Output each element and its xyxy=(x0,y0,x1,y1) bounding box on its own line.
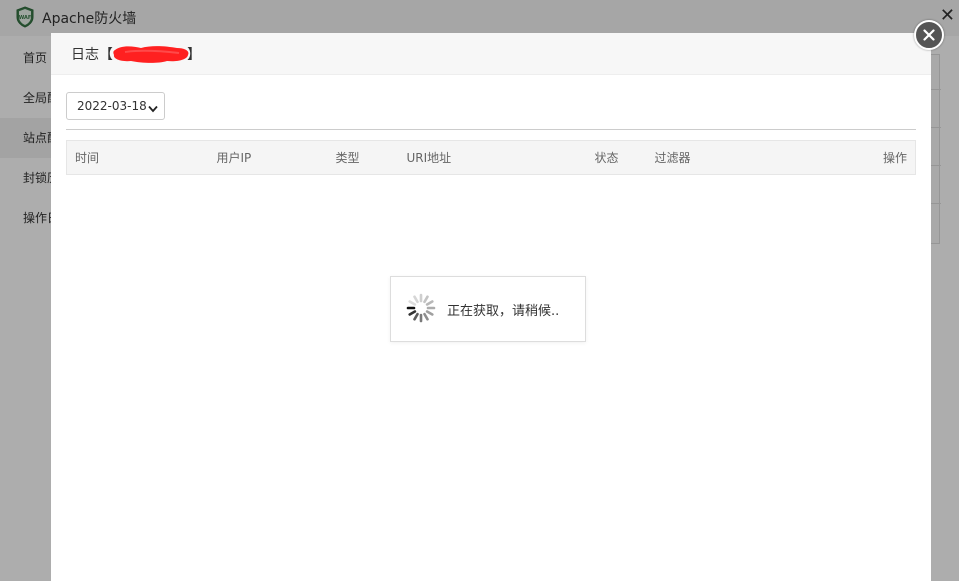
loading-spinner-icon xyxy=(405,292,437,327)
column-user-ip[interactable]: 用户IP xyxy=(216,140,336,175)
column-actions[interactable]: 操作 xyxy=(824,140,916,175)
column-type[interactable]: 类型 xyxy=(335,140,407,175)
loading-indicator: 正在获取，请稍候.. xyxy=(390,276,586,342)
column-filter[interactable]: 过滤器 xyxy=(654,140,825,175)
table-header-row: 时间 用户IP 类型 URI地址 状态 过滤器 操作 xyxy=(66,140,916,175)
modal-header: 日志【 】 xyxy=(51,33,931,75)
modal-title-prefix: 日志【 xyxy=(71,46,113,63)
date-select-value: 2022-03-18 xyxy=(77,99,147,113)
log-table: 时间 用户IP 类型 URI地址 状态 过滤器 操作 xyxy=(66,140,916,175)
close-circle-icon[interactable] xyxy=(914,20,944,50)
redacted-site-name xyxy=(113,45,189,63)
divider xyxy=(66,129,916,130)
chevron-down-icon xyxy=(148,102,158,116)
column-status[interactable]: 状态 xyxy=(594,140,655,175)
log-modal: 日志【 】 2022-03-18 时间 用户IP 类型 URI地址 状态 过滤器… xyxy=(51,33,931,581)
date-select[interactable]: 2022-03-18 xyxy=(66,92,165,120)
column-time[interactable]: 时间 xyxy=(66,140,217,175)
loading-text: 正在获取，请稍候.. xyxy=(447,303,560,319)
column-uri[interactable]: URI地址 xyxy=(406,140,595,175)
